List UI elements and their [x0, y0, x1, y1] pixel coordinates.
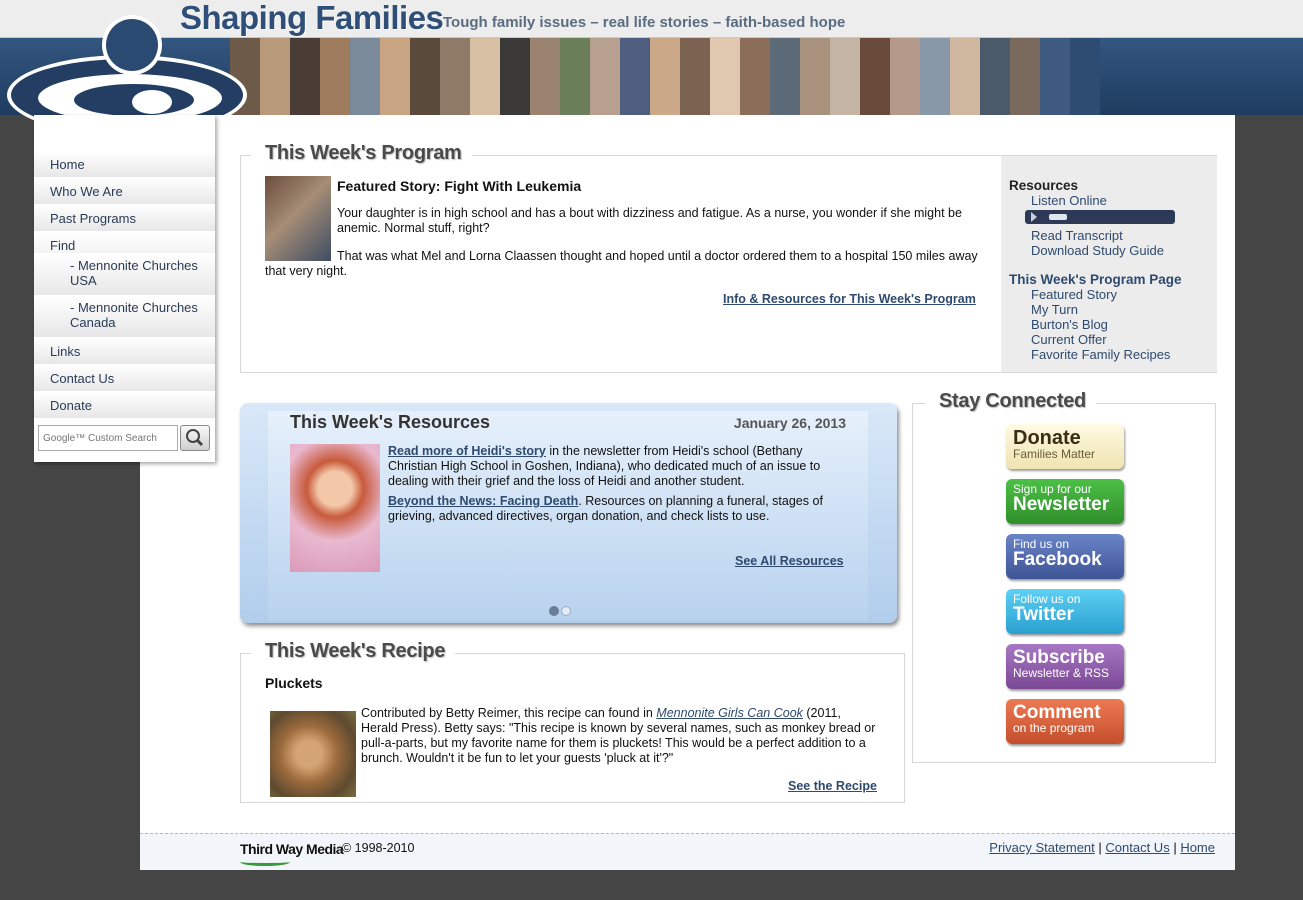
- slider-pagination: [549, 605, 573, 619]
- see-all-resources-link[interactable]: See All Resources: [735, 554, 844, 568]
- audio-player[interactable]: [1025, 210, 1175, 224]
- nav-item-home[interactable]: Home: [34, 151, 215, 178]
- featured-story-link[interactable]: Featured Story: [1031, 287, 1209, 302]
- recipe-name: Pluckets: [265, 675, 323, 691]
- comment-button[interactable]: Comment on the program: [1006, 699, 1124, 744]
- listen-online-link[interactable]: Listen Online: [1031, 193, 1209, 208]
- nav-item-who-we-are[interactable]: Who We Are: [34, 178, 215, 205]
- program-legend: This Week's Program: [251, 142, 472, 165]
- donate-button[interactable]: Donate Families Matter: [1006, 424, 1124, 469]
- program-resources-panel: Resources Listen Online Read Transcript …: [1001, 156, 1217, 372]
- play-icon[interactable]: [1031, 212, 1037, 222]
- burtons-blog-link[interactable]: Burton's Blog: [1031, 317, 1209, 332]
- my-turn-link[interactable]: My Turn: [1031, 302, 1209, 317]
- nav-item-donate[interactable]: Donate: [34, 392, 215, 419]
- third-way-media-logo[interactable]: Third Way Media: [240, 841, 344, 857]
- search-input[interactable]: [38, 425, 178, 451]
- resources-title: Resources: [1009, 178, 1079, 193]
- nav-item-mennonite-churches-canada[interactable]: - Mennonite Churches Canada: [34, 296, 215, 338]
- nav-item-find[interactable]: Find: [34, 232, 215, 254]
- download-study-guide-link[interactable]: Download Study Guide: [1031, 243, 1209, 258]
- facebook-button-label: Facebook: [1013, 549, 1102, 570]
- donate-button-label: Donate: [1013, 427, 1081, 449]
- search-form: [38, 425, 210, 451]
- newsletter-button[interactable]: Sign up for our Newsletter: [1006, 479, 1124, 524]
- this-weeks-recipe-box: This Week's Recipe Pluckets Contributed …: [240, 640, 905, 803]
- resources-date: January 26, 2013: [733, 415, 846, 431]
- featured-story-paragraph-2: That was what Mel and Lorna Claassen tho…: [265, 249, 978, 278]
- nav-item-contact-us[interactable]: Contact Us: [34, 365, 215, 392]
- subscribe-button[interactable]: Subscribe Newsletter & RSS: [1006, 644, 1124, 689]
- twitter-button-label: Twitter: [1013, 604, 1074, 625]
- recipe-description: Contributed by Betty Reimer, this recipe…: [361, 706, 881, 766]
- audio-progress-handle[interactable]: [1049, 214, 1067, 220]
- nav-item-past-programs[interactable]: Past Programs: [34, 205, 215, 232]
- recipe-photo: [270, 711, 356, 797]
- current-offer-link[interactable]: Current Offer: [1031, 332, 1209, 347]
- footer-links: Privacy Statement | Contact Us | Home: [989, 840, 1215, 855]
- beyond-the-news-link[interactable]: Beyond the News: Facing Death: [388, 494, 578, 508]
- this-weeks-resources-slider: This Week's Resources January 26, 2013 R…: [240, 403, 897, 623]
- site-tagline: Tough family issues – real life stories …: [443, 14, 846, 31]
- sidebar: Home Who We Are Past Programs Find - Men…: [34, 115, 215, 462]
- recipe-legend: This Week's Recipe: [251, 640, 456, 663]
- recipe-text-before: Contributed by Betty Reimer, this recipe…: [361, 706, 657, 720]
- comment-button-sublabel: on the program: [1013, 721, 1095, 735]
- search-button[interactable]: [180, 425, 210, 451]
- see-the-recipe-link[interactable]: See the Recipe: [788, 779, 877, 793]
- program-info-link[interactable]: Info & Resources for This Week's Program: [723, 292, 976, 306]
- subscribe-button-sublabel: Newsletter & RSS: [1013, 666, 1110, 680]
- heidi-photo: [290, 444, 380, 572]
- subscribe-button-label: Subscribe: [1013, 647, 1105, 668]
- twitter-button[interactable]: Follow us on Twitter: [1006, 589, 1124, 634]
- featured-story-paragraph-1: Your daughter is in high school and has …: [337, 206, 962, 235]
- resources-text: Read more of Heidi's story in the newsle…: [388, 444, 850, 529]
- program-page-title[interactable]: This Week's Program Page: [1009, 272, 1209, 287]
- stay-connected-box: Stay Connected Donate Families Matter Si…: [912, 390, 1216, 763]
- featured-story-heading: Featured Story: Fight With Leukemia: [337, 178, 582, 194]
- footer-contact-us-link[interactable]: Contact Us: [1105, 840, 1169, 855]
- recipe-book-link[interactable]: Mennonite Girls Can Cook: [656, 706, 803, 720]
- sidebar-nav: Home Who We Are Past Programs Find - Men…: [34, 151, 215, 419]
- footer: Third Way Media © 1998-2010 Privacy Stat…: [140, 833, 1235, 870]
- newsletter-button-label: Newsletter: [1013, 494, 1110, 515]
- stay-connected-legend: Stay Connected: [925, 390, 1096, 413]
- nav-item-mennonite-churches-usa[interactable]: - Mennonite Churches USA: [34, 254, 215, 296]
- donate-button-sublabel: Families Matter: [1013, 447, 1096, 461]
- search-icon: [186, 429, 204, 447]
- resources-slider-title: This Week's Resources: [290, 412, 491, 432]
- privacy-statement-link[interactable]: Privacy Statement: [989, 840, 1095, 855]
- read-transcript-link[interactable]: Read Transcript: [1031, 228, 1209, 243]
- slider-dot-1[interactable]: [549, 606, 559, 616]
- slider-dot-2[interactable]: [561, 606, 571, 616]
- banner-photo-collage: [230, 38, 1100, 115]
- resources-slide: This Week's Resources January 26, 2013 R…: [268, 411, 868, 621]
- copyright: © 1998-2010: [342, 841, 415, 855]
- footer-home-link[interactable]: Home: [1180, 840, 1215, 855]
- this-weeks-program-box: This Week's Program Featured Story: Figh…: [240, 142, 1217, 373]
- favorite-family-recipes-link[interactable]: Favorite Family Recipes: [1031, 347, 1209, 362]
- nav-item-links[interactable]: Links: [34, 338, 215, 365]
- comment-button-label: Comment: [1013, 702, 1101, 723]
- facebook-button[interactable]: Find us on Facebook: [1006, 534, 1124, 579]
- third-way-media-swoosh: [240, 858, 290, 866]
- heidi-story-link[interactable]: Read more of Heidi's story: [388, 444, 546, 458]
